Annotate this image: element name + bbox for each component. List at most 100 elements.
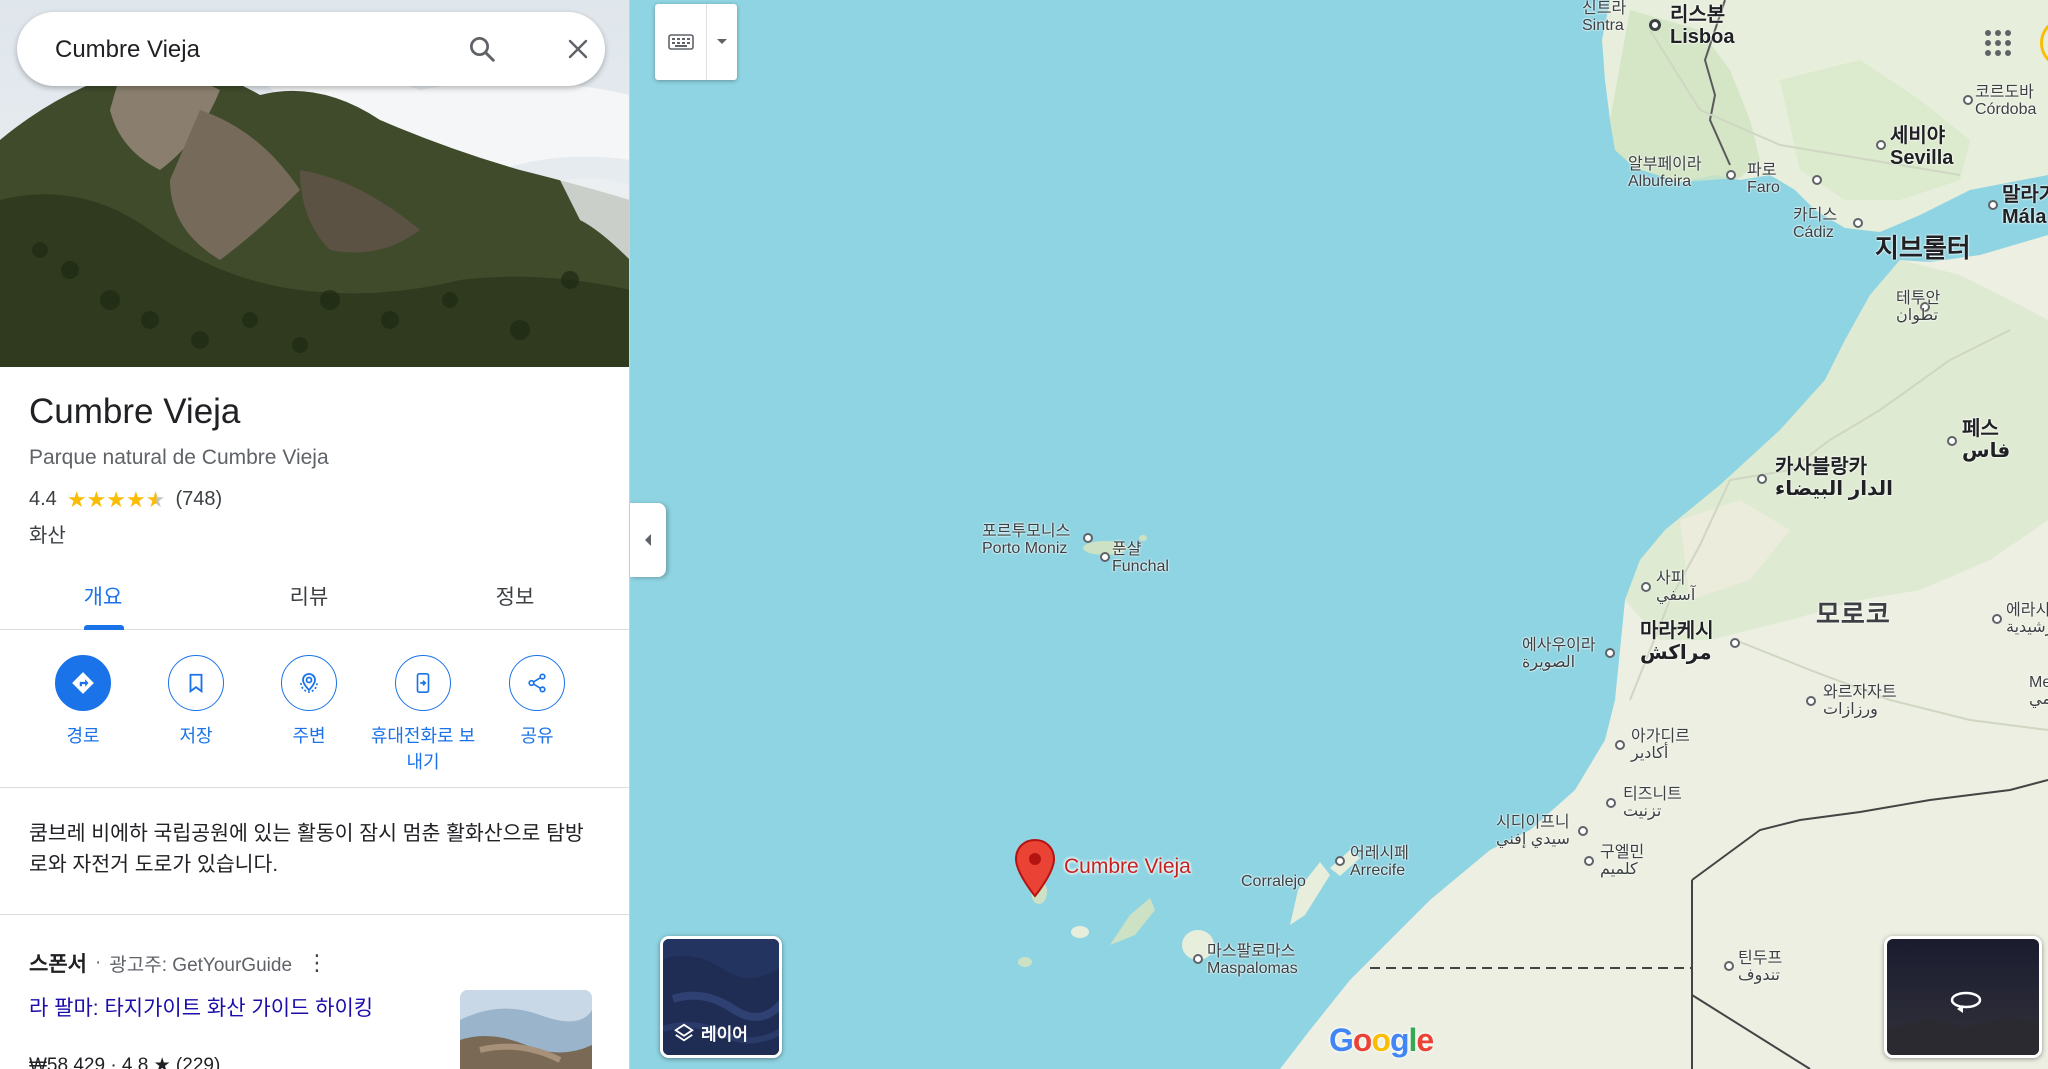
map-label-maspalomas: 마스팔로마스 Maspalomas [1207, 943, 1298, 977]
nearby-button[interactable]: 주변 [249, 655, 369, 749]
nearby-icon [300, 673, 318, 693]
map-label-sevilla: 세비야 Sevilla [1890, 125, 1954, 169]
place-title: Cumbre Vieja [29, 392, 241, 431]
sponsor-row: 스폰서 · 광고주: GetYourGuide ⋮ [29, 948, 328, 978]
city-dot-arrecife [1335, 856, 1345, 866]
map-label-agadir: 아가디르 أكادير [1631, 728, 1690, 762]
keyboard-icon [667, 34, 694, 50]
map-canvas[interactable]: 신트라 Sintra 리스본 Lisboa 코르도바 Córdoba 세비야 S… [630, 0, 2048, 1069]
city-dot-tindouf [1724, 961, 1734, 971]
share-icon [528, 673, 546, 693]
map-label-errachidia: 에라시 الرشيدية [2006, 602, 2048, 636]
marker-label[interactable]: Cumbre Vieja [1064, 855, 1191, 879]
rating-value: 4.4 [29, 488, 57, 510]
save-label: 저장 [179, 726, 213, 746]
city-dot-maspalomas [1193, 954, 1203, 964]
clear-search-button[interactable] [557, 28, 599, 70]
keyboard-button[interactable] [655, 4, 707, 80]
review-count[interactable]: (748) [175, 488, 222, 511]
input-tools [655, 4, 737, 80]
collapse-panel-button[interactable] [630, 503, 666, 577]
map-label-cordoba: 코르도바 Córdoba [1975, 84, 2037, 118]
sponsor-advertiser: 광고주: GetYourGuide [109, 954, 293, 976]
star-icon: ★ [66, 486, 87, 512]
star-icon: ★ [106, 486, 127, 512]
map-label-corralejo: Corralejo [1241, 873, 1306, 890]
city-dot-lisboa [1649, 19, 1661, 31]
map-label-sidi-ifni: 시디이프니 سيدي إفني [1496, 814, 1570, 848]
nearby-label: 주변 [292, 726, 326, 746]
caret-down-icon [717, 39, 727, 44]
city-dot-agadir [1615, 740, 1625, 750]
map-label-cadiz: 카디스 Cádiz [1793, 207, 1838, 241]
tab-overview[interactable]: 개요 [0, 562, 206, 630]
active-tab-indicator [84, 625, 124, 630]
place-subtitle: Parque natural de Cumbre Vieja [29, 446, 329, 469]
send-to-phone-circle [395, 655, 451, 711]
send-to-phone-icon [416, 673, 430, 693]
place-tabs: 개요 리뷰 정보 [0, 562, 629, 630]
tab-reviews[interactable]: 리뷰 [206, 562, 412, 630]
directions-label: 경로 [66, 726, 100, 746]
map-label-albufeira: 알부페이라 Albufeira [1628, 156, 1702, 190]
bookmark-icon [189, 673, 203, 694]
map-label-safi: 사피 آسفي [1656, 570, 1696, 604]
close-icon [568, 39, 588, 59]
street-view-thumbnail [1887, 939, 2039, 1055]
city-dot-faro [1812, 175, 1822, 185]
city-dot-porto-moniz [1083, 533, 1093, 543]
city-dot-sidi-ifni [1578, 826, 1588, 836]
apps-grid-icon[interactable] [1983, 28, 2013, 58]
directions-circle [55, 655, 111, 711]
city-dot-albufeira [1726, 170, 1736, 180]
map-label-funchal: 푼샬 Funchal [1112, 541, 1169, 575]
ad-title-link[interactable]: 라 팔마: 타지가이트 화산 가이드 하이킹 [29, 992, 373, 1022]
map-label-fes: 페스 فاس [1962, 418, 2011, 462]
send-to-phone-label: 휴대전화로 보 내기 [370, 726, 476, 772]
save-circle [168, 655, 224, 711]
place-panel: Cumbre Vieja Cumbre Vieja Parque natural… [0, 0, 630, 1069]
map-label-arrecife: 어레시페 Arrecife [1350, 845, 1409, 879]
map-label-tindouf: 틴두프 تندوف [1738, 950, 1783, 984]
share-label: 공유 [520, 726, 554, 746]
map-label-me: Me مي [2029, 674, 2048, 708]
city-dot-cordoba [1963, 95, 1973, 105]
rating-row: 4.4 ★ ★ ★ ★ ★ (748) [29, 488, 222, 511]
city-dot-marrakech [1730, 638, 1740, 648]
city-dot-cadiz [1853, 218, 1863, 228]
map-label-marrakech: 마라케시 مراكش [1640, 620, 1714, 664]
tab-about[interactable]: 정보 [412, 562, 618, 630]
directions-button[interactable]: 경로 [23, 655, 143, 749]
ad-thumbnail[interactable] [460, 990, 592, 1069]
map-label-essaouira: 에사우이라 الصويرة [1522, 637, 1596, 671]
divider [0, 787, 629, 788]
action-buttons: 경로 저장 주변 휴대전화로 보 내기 공유 [0, 655, 629, 785]
share-button[interactable]: 공유 [477, 655, 597, 749]
city-dot-tiznit [1606, 798, 1616, 808]
map-label-tetouan: 테투안 تطوان [1896, 290, 1941, 324]
more-vert-icon[interactable]: ⋮ [306, 950, 328, 976]
star-icon: ★ [126, 486, 146, 512]
city-dot-casablanca [1757, 474, 1767, 484]
search-input[interactable]: Cumbre Vieja [55, 36, 200, 64]
save-button[interactable]: 저장 [136, 655, 256, 749]
street-view-button[interactable] [1884, 936, 2042, 1058]
search-button[interactable] [461, 28, 503, 70]
send-to-phone-button[interactable]: 휴대전화로 보 내기 [363, 655, 483, 775]
search-box[interactable]: Cumbre Vieja [17, 12, 605, 86]
city-dot-safi [1641, 582, 1651, 592]
input-tools-dropdown[interactable] [707, 4, 737, 80]
map-label-lisboa: 리스본 Lisboa [1670, 4, 1735, 48]
place-description: 쿰브레 비에하 국립공원에 있는 활동이 잠시 멈춘 활화산으로 탐방로와 자전… [29, 822, 584, 876]
place-category[interactable]: 화산 [29, 519, 66, 548]
ad-photo [460, 990, 592, 1069]
map-label-ouarzazate: 와르자자트 ورزازات [1823, 684, 1897, 718]
map-label-porto-moniz: 포르투모니스 Porto Moniz [982, 523, 1071, 557]
google-logo: Google [1329, 1022, 1434, 1058]
map-label-sintra: 신트라 Sintra [1582, 0, 1627, 34]
maps-window: 신트라 Sintra 리스본 Lisboa 코르도바 Córdoba 세비야 S… [0, 0, 2048, 1069]
city-dot-funchal [1100, 552, 1110, 562]
city-dot-fes [1947, 436, 1957, 446]
location-pin-icon[interactable] [1013, 838, 1057, 900]
layers-button[interactable]: 레이어 [660, 936, 782, 1058]
